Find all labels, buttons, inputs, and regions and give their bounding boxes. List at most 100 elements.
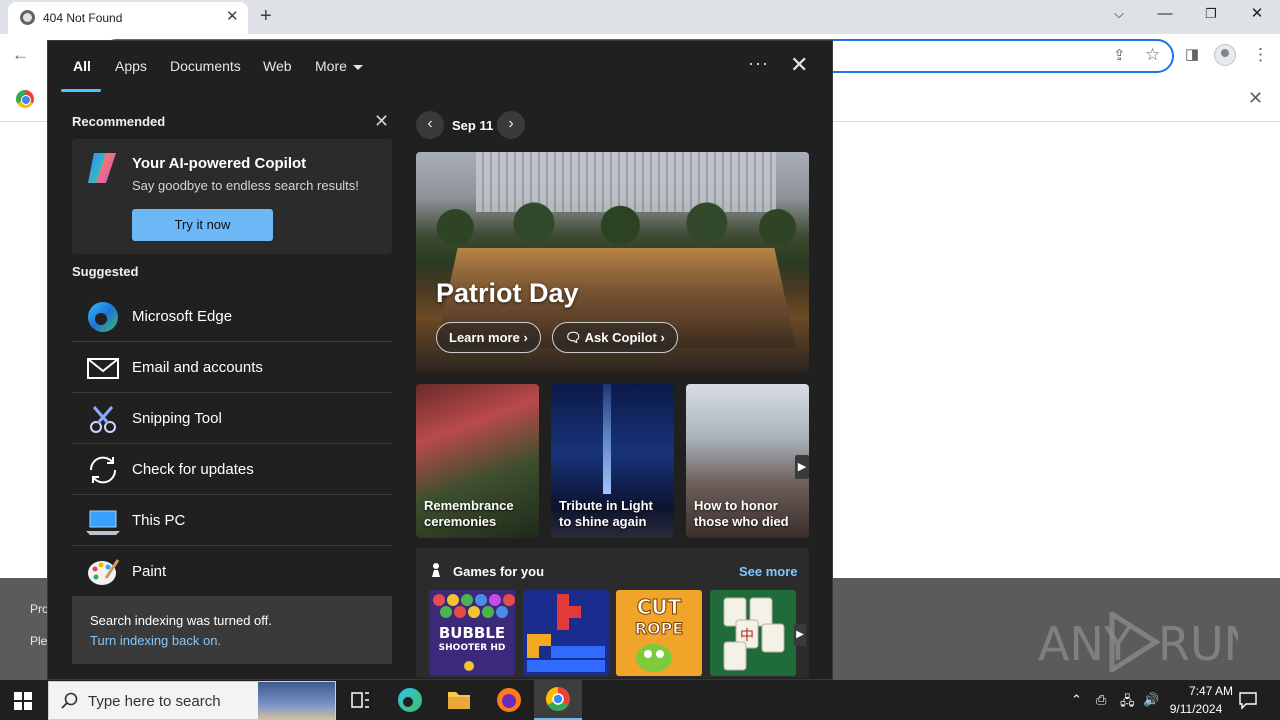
news-card-tribute-in-light[interactable]: Tribute in Light to shine again: [551, 384, 674, 538]
mail-icon: [87, 358, 119, 379]
patriot-day-hero-card[interactable]: Patriot Day Learn more › 🗨 Ask Copilot ›: [416, 152, 809, 373]
flyout-close-icon[interactable]: ✕: [790, 53, 808, 77]
learn-more-label: Learn more: [449, 330, 520, 345]
windows-start-icon[interactable]: [14, 692, 32, 710]
suggested-item-label: Snipping Tool: [132, 410, 222, 427]
bubble-shooter-image: BUBBLE SHOOTER HD: [433, 594, 515, 671]
news-card-label: Remembrance ceremonies: [424, 498, 514, 529]
game-piece-icon: [432, 563, 440, 577]
suggested-item-microsoft-edge[interactable]: Microsoft Edge: [72, 292, 392, 342]
task-view-button[interactable]: [336, 680, 384, 720]
chevron-right-icon: ›: [523, 330, 528, 345]
svg-text:BUBBLE: BUBBLE: [439, 624, 505, 642]
svg-text:CUT: CUT: [637, 595, 682, 619]
profile-avatar[interactable]: [1214, 44, 1236, 66]
tab-search-chevron-icon[interactable]: ⌵: [1104, 4, 1134, 24]
suggested-item-paint[interactable]: Paint: [72, 547, 392, 597]
news-card-remembrance[interactable]: Remembrance ceremonies: [416, 384, 539, 538]
copilot-card: Your AI-powered Copilot Say goodbye to e…: [72, 139, 392, 254]
copilot-logo-icon: [88, 153, 116, 183]
tab-web[interactable]: Web: [263, 58, 292, 74]
tab-documents[interactable]: Documents: [170, 58, 241, 74]
suggested-item-label: Email and accounts: [132, 359, 263, 376]
try-copilot-button[interactable]: Try it now: [132, 209, 273, 241]
network-icon[interactable]: 🖧: [1120, 692, 1135, 714]
suggested-heading: Suggested: [72, 264, 139, 279]
notifications-icon[interactable]: [1238, 690, 1258, 710]
taskbar-firefox-button[interactable]: [485, 680, 533, 720]
news-card-how-to-honor[interactable]: How to honor those who died: [686, 384, 809, 538]
suggested-item-label: Paint: [132, 563, 167, 580]
search-icon: [61, 692, 78, 709]
games-title: Games for you: [453, 564, 545, 579]
indexing-text: Search indexing was turned off.: [90, 613, 272, 628]
tab-more-label: More: [315, 58, 347, 74]
copilot-title: Your AI-powered Copilot: [132, 155, 307, 172]
side-panel-icon[interactable]: ◨: [1185, 45, 1199, 65]
share-icon[interactable]: ⇪: [1113, 46, 1126, 66]
restore-icon[interactable]: ❐: [1196, 4, 1226, 24]
recommended-dismiss-icon[interactable]: ✕: [374, 111, 389, 131]
hero-trees-image: [416, 200, 809, 246]
menu-kebab-icon[interactable]: ⋮: [1252, 45, 1269, 65]
more-options-icon[interactable]: ···: [748, 53, 769, 74]
suggested-item-this-pc[interactable]: This PC: [72, 496, 392, 546]
game-tile-blocks[interactable]: [523, 590, 609, 676]
learn-more-button[interactable]: Learn more ›: [436, 322, 541, 353]
next-day-button[interactable]: ›: [497, 111, 525, 139]
show-hidden-icons-chevron[interactable]: ⌃: [1071, 692, 1082, 708]
turn-indexing-on-link[interactable]: Turn indexing back on.: [90, 633, 221, 648]
tab-more[interactable]: More: [315, 58, 363, 74]
taskbar-edge-button[interactable]: [386, 680, 434, 720]
svg-text:ROPE: ROPE: [635, 619, 684, 638]
previous-day-button[interactable]: ‹: [416, 111, 444, 139]
taskbar-chrome-button[interactable]: [534, 680, 582, 720]
tab-close-icon[interactable]: ✕: [226, 8, 239, 26]
taskbar-clock-date[interactable]: 9/11/2024: [1163, 702, 1229, 716]
cut-the-rope-image: CUT ROPE: [634, 595, 684, 672]
edge-icon: [88, 302, 118, 332]
suggested-item-label: Check for updates: [132, 461, 254, 478]
tab-title: 404 Not Found: [43, 11, 123, 25]
see-more-link[interactable]: See more: [739, 564, 798, 579]
game-tile-mahjong[interactable]: 中: [710, 590, 796, 676]
news-next-arrow-icon[interactable]: ▶: [795, 455, 809, 479]
globe-icon: [20, 10, 35, 25]
chat-bubble-icon: 🗨: [565, 330, 582, 345]
new-tab-button[interactable]: +: [260, 5, 272, 27]
computer-icon: [86, 510, 120, 535]
anyrun-watermark-logo: ANY RUN: [1038, 612, 1238, 672]
folder-icon: [448, 692, 470, 709]
tab-all[interactable]: All: [73, 58, 91, 74]
sync-icon: [89, 456, 117, 484]
chrome-logo-icon: [16, 90, 34, 108]
back-icon[interactable]: ←: [12, 45, 29, 65]
suggested-item-snipping-tool[interactable]: Snipping Tool: [72, 394, 392, 444]
volume-icon[interactable]: 🔊: [1143, 692, 1159, 708]
firefox-icon: [497, 688, 521, 712]
mahjong-tiles-image: 中: [723, 597, 785, 671]
svg-text:中: 中: [740, 628, 754, 644]
recommended-heading: Recommended: [72, 114, 166, 129]
taskbar-search-box[interactable]: Type here to search: [48, 681, 336, 720]
footer-text-2: Ple: [30, 634, 48, 648]
browser-tab[interactable]: 404 Not Found ✕: [8, 2, 248, 34]
tab-apps[interactable]: Apps: [115, 58, 147, 74]
taskbar-file-explorer-button[interactable]: [435, 680, 483, 720]
minimize-icon[interactable]: —: [1150, 4, 1180, 24]
games-next-arrow-icon[interactable]: ▶: [794, 624, 806, 646]
suggested-item-label: Microsoft Edge: [132, 308, 233, 325]
games-section: Games for you See more BUBBLE SHOOTER HD…: [416, 548, 809, 678]
ask-copilot-button[interactable]: 🗨 Ask Copilot ›: [552, 322, 678, 353]
infobar-close-icon[interactable]: ✕: [1248, 88, 1263, 108]
suggested-item-email-and-accounts[interactable]: Email and accounts: [72, 343, 392, 393]
indexing-notice: Search indexing was turned off. Turn ind…: [72, 596, 392, 664]
window-close-icon[interactable]: ✕: [1242, 4, 1272, 24]
bookmark-star-icon[interactable]: ☆: [1145, 45, 1160, 65]
taskbar-search-placeholder: Type here to search: [88, 693, 221, 710]
suggested-item-check-for-updates[interactable]: Check for updates: [72, 445, 392, 495]
device-icon[interactable]: ⎙: [1096, 692, 1106, 708]
game-tile-bubble-shooter[interactable]: BUBBLE SHOOTER HD: [429, 590, 515, 676]
edge-icon: [398, 688, 422, 712]
game-tile-cut-the-rope[interactable]: CUT ROPE: [616, 590, 702, 676]
